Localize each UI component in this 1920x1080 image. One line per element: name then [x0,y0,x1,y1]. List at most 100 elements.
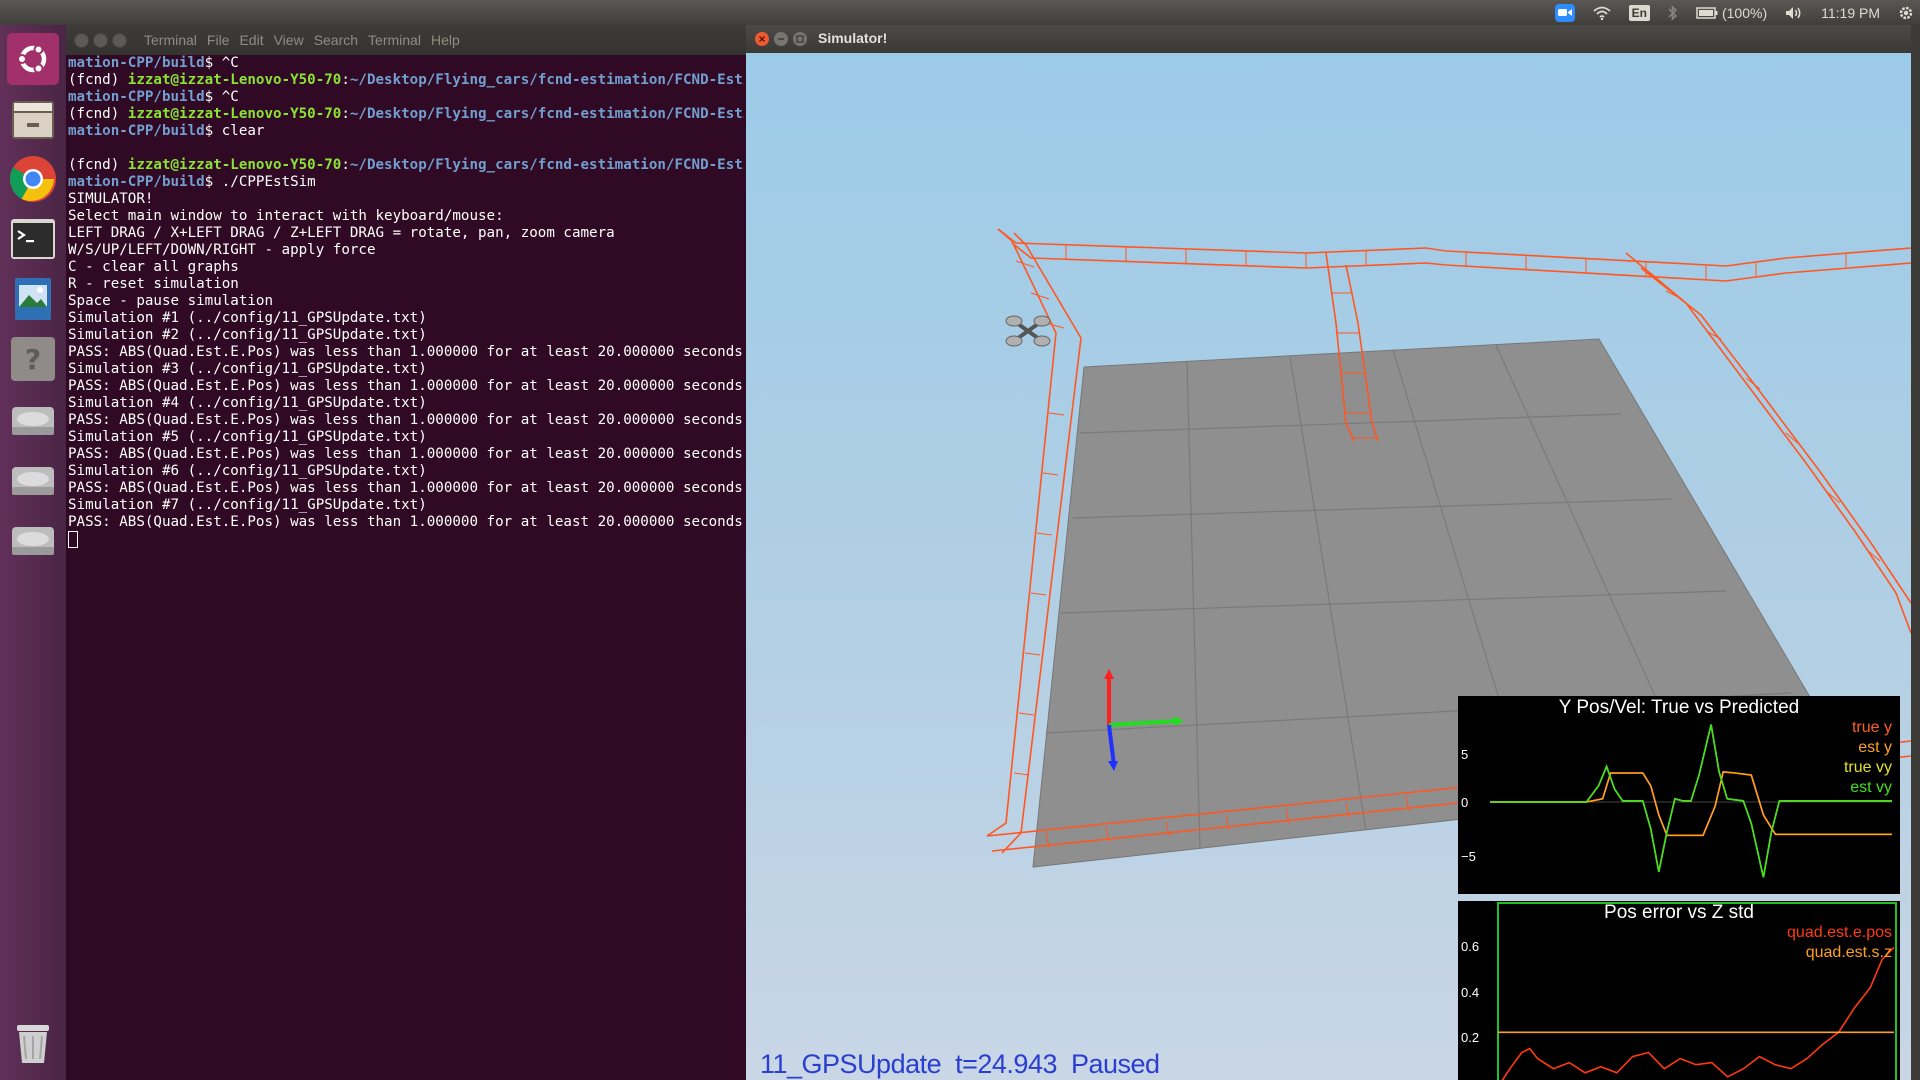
menu-view[interactable]: View [274,32,304,48]
maximize-button[interactable] [793,32,807,46]
terminal-text: : [341,72,350,88]
chrome-icon [10,156,56,202]
close-button[interactable] [755,32,769,46]
plot-pos-error[interactable]: Pos error vs Z std 0.6 0.4 0.2 quad.est.… [1458,901,1900,1080]
launcher-drive-1[interactable] [7,393,59,445]
terminal-text: Simulation #4 (../config/11_GPSUpdate.tx… [68,395,427,411]
terminal-text: ~/Desktop/Flying_cars/fcnd-estimation/FC… [349,157,744,173]
terminal-line: PASS: ABS(Quad.Est.E.Pos) was less than … [68,480,744,497]
launcher-chrome[interactable] [7,153,59,205]
terminal-text: LEFT DRAG / X+LEFT DRAG / Z+LEFT DRAG = … [68,225,615,241]
top-panel: En (100%) 11:19 PM [0,0,1920,25]
launcher-image-viewer[interactable] [7,273,59,325]
clock[interactable]: 11:19 PM [1821,0,1880,25]
menu-file[interactable]: File [207,32,230,48]
drive-icon [12,467,54,495]
terminal-prompt-line [68,531,744,548]
wifi-indicator[interactable] [1593,0,1611,25]
terminal-line: (fcnd) izzat@izzat-Lenovo-Y50-70:~/Deskt… [68,72,744,89]
terminal-text: C - clear all graphs [68,259,239,275]
launcher-terminal[interactable] [7,213,59,265]
drive-icon [12,407,54,435]
terminal-text: Simulation #5 (../config/11_GPSUpdate.tx… [68,429,427,445]
legend-true-vy: true vy [1843,759,1892,776]
bluetooth-indicator[interactable] [1668,0,1678,25]
terminal-line: Simulation #3 (../config/11_GPSUpdate.tx… [68,361,744,378]
legend-est-vy: est vy [1850,779,1892,796]
session-menu[interactable] [1898,0,1914,25]
terminal-line: Simulation #5 (../config/11_GPSUpdate.tx… [68,429,744,446]
terminal-line: (fcnd) izzat@izzat-Lenovo-Y50-70:~/Deskt… [68,157,744,174]
volume-indicator[interactable] [1785,0,1803,25]
terminal-line: Simulation #4 (../config/11_GPSUpdate.tx… [68,395,744,412]
terminal-output[interactable]: mation-CPP/build$ ^C (fcnd) izzat@izzat-L… [68,55,744,548]
plot-y-pos-vel[interactable]: Y Pos/Vel: True vs Predicted 5 0 −5 true… [1458,696,1900,894]
terminal-text: PASS: ABS(Quad.Est.E.Pos) was less than … [68,446,743,462]
simulator-window[interactable]: Simulator! Y Pos/Vel: True vs Predicted … [746,25,1920,1080]
volume-icon [1786,6,1801,19]
terminal-text: PASS: ABS(Quad.Est.E.Pos) was less than … [68,514,743,530]
launcher-trash[interactable] [7,1017,59,1069]
simulator-title: Simulator! [818,30,888,46]
terminal-title: Terminal [144,32,197,48]
system-tray: En (100%) 11:19 PM [1546,0,1920,25]
terminal-text: PASS: ABS(Quad.Est.E.Pos) was less than … [68,412,743,428]
battery-indicator[interactable]: (100%) [1696,0,1767,25]
minimize-button[interactable] [774,32,788,46]
keyboard-indicator[interactable]: En [1628,0,1650,25]
menu-help[interactable]: Help [431,32,460,48]
terminal-line: PASS: ABS(Quad.Est.E.Pos) was less than … [68,412,744,429]
quadcopter [1005,315,1051,347]
series-line-quad-est-e-pos [1501,946,1895,1080]
launcher-files[interactable] [7,93,59,145]
close-button[interactable] [74,33,89,48]
terminal-text: (fcnd) [68,106,128,122]
drive-icon [12,527,54,555]
terminal-line: Select main window to interact with keyb… [68,208,744,225]
trash-icon [17,1025,49,1063]
menu-search[interactable]: Search [314,32,358,48]
terminal-text: $ ^C [204,55,239,71]
close-icon [759,36,765,42]
terminal-text: Simulation #1 (../config/11_GPSUpdate.tx… [68,310,427,326]
maximize-button[interactable] [112,33,127,48]
terminal-line: SIMULATOR! [68,191,744,208]
terminal-text: SIMULATOR! [68,191,154,207]
terminal-line: Simulation #7 (../config/11_GPSUpdate.tx… [68,497,744,514]
menu-terminal[interactable]: Terminal [368,32,421,48]
terminal-text: PASS: ABS(Quad.Est.E.Pos) was less than … [68,480,743,496]
files-icon [12,101,54,139]
launcher-drive-2[interactable] [7,453,59,505]
terminal-line: Space - pause simulation [68,293,744,310]
launcher-dash[interactable] [7,33,59,85]
launcher: ? [0,25,67,1080]
terminal-line: PASS: ABS(Quad.Est.E.Pos) was less than … [68,344,744,361]
terminal-line: PASS: ABS(Quad.Est.E.Pos) was less than … [68,514,744,531]
maximize-icon [796,35,804,43]
simulator-3d-view[interactable]: Y Pos/Vel: True vs Predicted 5 0 −5 true… [746,53,1911,1080]
terminal-titlebar[interactable]: Terminal File Edit View Search Terminal … [66,25,746,55]
minimize-button[interactable] [93,33,108,48]
ubuntu-dash-icon [17,44,47,74]
terminal-line: PASS: ABS(Quad.Est.E.Pos) was less than … [68,378,744,395]
terminal-text: ~/Desktop/Flying_cars/fcnd-estimation/FC… [349,106,744,122]
minimize-icon [778,38,784,40]
launcher-help[interactable]: ? [7,333,59,385]
terminal-text: mation-CPP/build [68,174,205,190]
terminal-text: $ ^C [204,89,239,105]
plot-area [1490,724,1892,878]
legend-est-y: est y [1858,739,1892,756]
simulator-titlebar[interactable]: Simulator! [746,25,1911,53]
menu-edit[interactable]: Edit [239,32,263,48]
zoom-indicator[interactable] [1554,0,1575,25]
simulation-status: 11_GPSUpdate t=24.943 Paused [760,1049,1160,1079]
terminal-line: Simulation #1 (../config/11_GPSUpdate.tx… [68,310,744,327]
terminal-icon [11,219,55,259]
terminal-window[interactable]: Terminal File Edit View Search Terminal … [66,25,746,1080]
terminal-line: Simulation #6 (../config/11_GPSUpdate.tx… [68,463,744,480]
launcher-drive-3[interactable] [7,513,59,565]
terminal-text: mation-CPP/build [68,123,205,139]
terminal-text: (fcnd) [68,72,128,88]
terminal-text: izzat@izzat-Lenovo-Y50-70 [127,157,342,173]
terminal-line: mation-CPP/build$ ^C [68,89,744,106]
